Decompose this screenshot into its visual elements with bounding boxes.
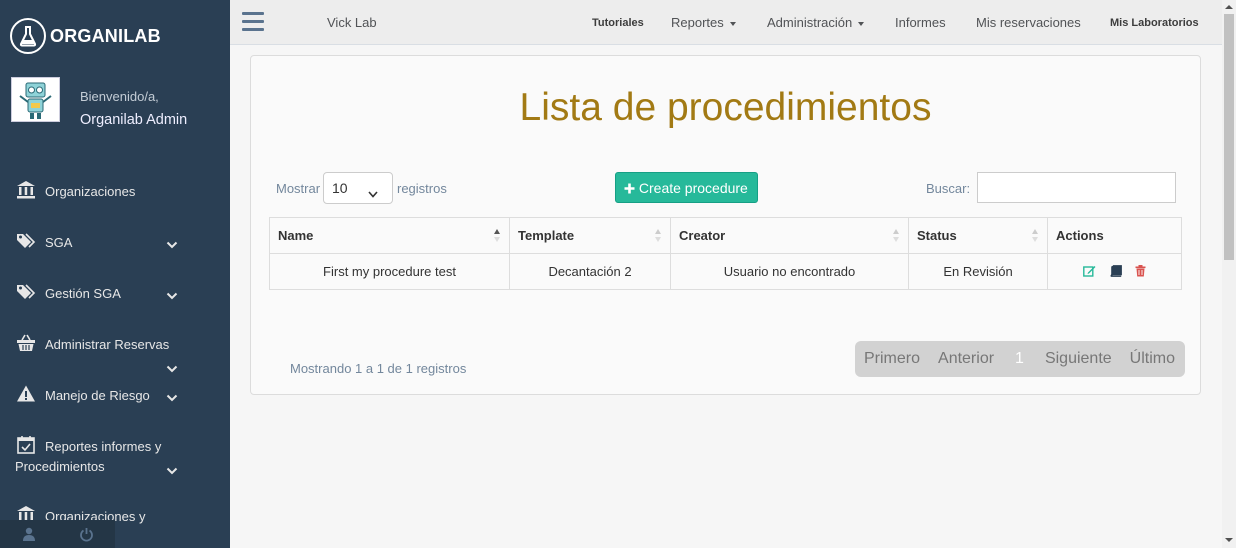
chevron-down-icon xyxy=(166,361,178,373)
cell-creator: Usuario no encontrado xyxy=(670,253,909,290)
procedures-panel: Lista de procedimientos Mostrar 10 regis… xyxy=(250,55,1201,395)
sort-icon xyxy=(655,229,662,243)
table-header-row: Name Template Creator Status Actions xyxy=(269,217,1182,254)
scroll-thumb[interactable] xyxy=(1224,14,1234,260)
page-length-value: 10 xyxy=(332,180,348,196)
sidebar-item-label: Administrar Reservas xyxy=(45,337,170,352)
page-length-select[interactable]: 10 xyxy=(323,172,393,204)
calendar-check-icon xyxy=(16,435,36,455)
institution-icon xyxy=(16,180,36,200)
flask-icon xyxy=(10,18,46,54)
pagination-last[interactable]: Último xyxy=(1121,350,1184,368)
current-lab[interactable]: Vick Lab xyxy=(327,15,377,30)
chevron-down-icon xyxy=(368,185,378,198)
search-input[interactable] xyxy=(977,172,1176,203)
pagination-first[interactable]: Primero xyxy=(855,350,929,368)
column-header-name[interactable]: Name xyxy=(269,217,510,254)
sidebar-item-label-line2: Procedimientos xyxy=(15,459,105,474)
search-label: Buscar: xyxy=(926,181,971,196)
menu-toggle-icon[interactable] xyxy=(242,12,264,31)
sidebar-item-label: Organizaciones xyxy=(45,184,136,199)
edit-icon[interactable] xyxy=(1082,265,1096,280)
table-row: First my procedure test Decantación 2 Us… xyxy=(269,253,1182,290)
column-label: Creator xyxy=(679,228,726,243)
column-label: Status xyxy=(917,228,957,243)
plus-icon xyxy=(624,183,635,194)
sidebar-item-reportes-procedimientos[interactable]: Reportes informes y Procedimientos xyxy=(0,435,230,480)
caret-down-icon xyxy=(729,21,736,26)
sidebar-item-label: SGA xyxy=(45,235,73,250)
sort-asc-icon xyxy=(494,229,501,243)
sidebar-item-gestion-sga[interactable]: Gestión SGA xyxy=(0,282,230,312)
user-icon[interactable] xyxy=(0,520,58,548)
column-header-status[interactable]: Status xyxy=(908,217,1048,254)
page-scrollbar[interactable] xyxy=(1222,0,1236,548)
column-label: Actions xyxy=(1056,228,1104,243)
sidebar-item-label: Reportes informes y xyxy=(45,439,162,454)
sidebar-item-organizaciones[interactable]: Organizaciones xyxy=(0,180,230,210)
chevron-down-icon xyxy=(166,463,178,475)
nav-label: Administración xyxy=(767,15,853,30)
welcome-text: Bienvenido/a, xyxy=(80,89,159,104)
trash-icon[interactable] xyxy=(1135,264,1146,280)
sidebar-item-sga[interactable]: SGA xyxy=(0,231,230,261)
chevron-down-icon xyxy=(166,288,178,300)
book-icon[interactable] xyxy=(1109,264,1122,280)
procedures-table: Name Template Creator Status Actions Fir… xyxy=(269,217,1182,290)
brand-name: ORGANILAB xyxy=(50,25,161,46)
pagination-next[interactable]: Siguiente xyxy=(1036,350,1121,368)
sort-icon xyxy=(893,229,900,243)
nav-mis-reservaciones[interactable]: Mis reservaciones xyxy=(976,15,1081,30)
sidebar: ORGANILAB Bienvenido/a, Organilab Admin … xyxy=(0,0,230,548)
basket-icon xyxy=(16,333,36,353)
nav-label: Reportes xyxy=(671,15,724,30)
sidebar-footer xyxy=(0,520,115,548)
column-header-template[interactable]: Template xyxy=(509,217,671,254)
top-navbar: Vick Lab Tutoriales Reportes Administrac… xyxy=(230,0,1222,45)
brand[interactable]: ORGANILAB xyxy=(10,18,161,54)
avatar xyxy=(11,77,60,122)
sidebar-item-administrar-reservas[interactable]: Administrar Reservas xyxy=(0,333,230,373)
table-info: Mostrando 1 a 1 de 1 registros xyxy=(290,361,467,376)
caret-down-icon xyxy=(858,21,865,26)
power-icon[interactable] xyxy=(58,520,116,548)
page-length-suffix: registros xyxy=(397,181,447,196)
pagination-prev[interactable]: Anterior xyxy=(929,350,1003,368)
nav-administracion[interactable]: Administración xyxy=(767,15,865,30)
sidebar-item-manejo-de-riesgo[interactable]: Manejo de Riesgo xyxy=(0,384,230,414)
chevron-down-icon xyxy=(166,237,178,249)
pagination-current[interactable]: 1 xyxy=(1003,350,1036,368)
nav-informes[interactable]: Informes xyxy=(895,15,946,30)
column-label: Template xyxy=(518,228,575,243)
create-procedure-button[interactable]: Create procedure xyxy=(615,172,758,203)
tags-icon xyxy=(16,282,36,302)
cell-actions xyxy=(1047,253,1182,290)
scroll-down-arrow-icon[interactable] xyxy=(1225,538,1233,542)
sidebar-item-label: Manejo de Riesgo xyxy=(45,388,150,403)
username: Organilab Admin xyxy=(80,112,188,128)
warning-icon xyxy=(16,384,36,404)
column-label: Name xyxy=(278,228,314,243)
page-title: Lista de procedimientos xyxy=(519,86,932,129)
pagination: Primero Anterior 1 Siguiente Último xyxy=(855,341,1185,377)
nav-mis-laboratorios[interactable]: Mis Laboratorios xyxy=(1110,17,1199,29)
page-length-label: Mostrar xyxy=(276,181,321,196)
column-header-creator[interactable]: Creator xyxy=(670,217,909,254)
column-header-actions: Actions xyxy=(1047,217,1182,254)
scroll-up-arrow-icon[interactable] xyxy=(1225,5,1233,9)
cell-template: Decantación 2 xyxy=(509,253,671,290)
cell-name: First my procedure test xyxy=(269,253,510,290)
tags-icon xyxy=(16,231,36,251)
cell-status: En Revisión xyxy=(908,253,1048,290)
sidebar-item-label: Gestión SGA xyxy=(45,286,121,301)
sort-icon xyxy=(1032,229,1039,243)
nav-reportes[interactable]: Reportes xyxy=(671,15,736,30)
create-procedure-label: Create procedure xyxy=(638,180,748,196)
nav-tutoriales[interactable]: Tutoriales xyxy=(592,17,644,29)
chevron-down-icon xyxy=(166,390,178,402)
